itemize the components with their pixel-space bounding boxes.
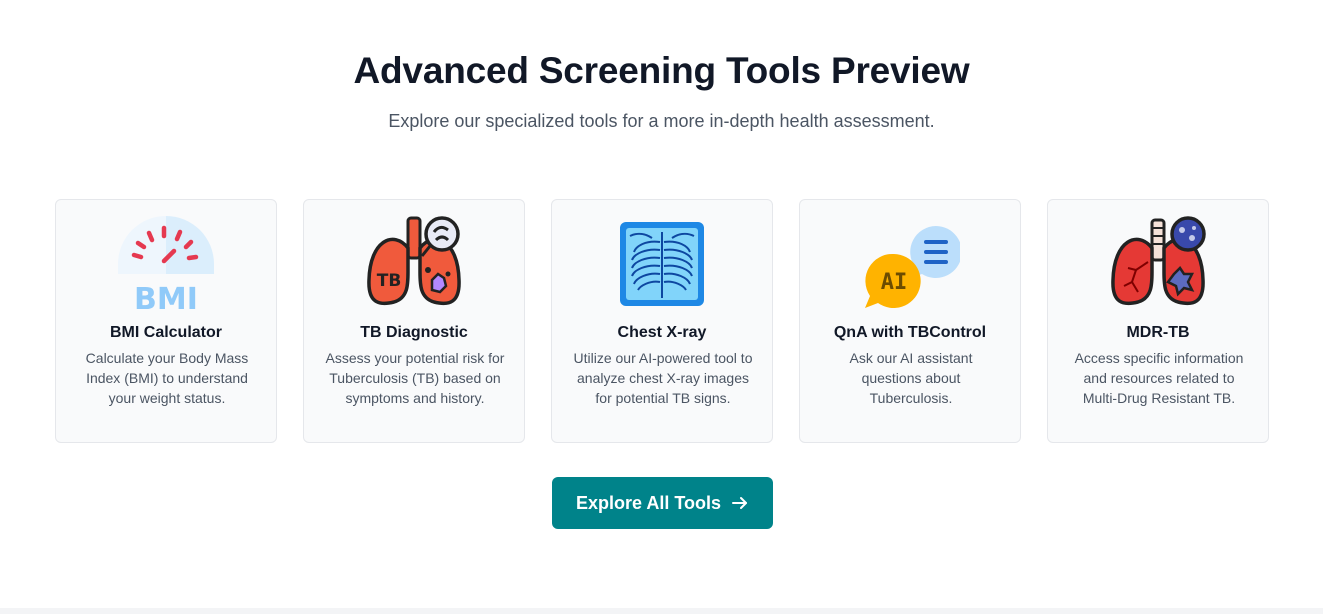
- tool-description: Ask our AI assistant questions about Tub…: [849, 350, 973, 406]
- tool-title: BMI Calculator: [109, 324, 222, 341]
- ai-chat-icon: AI: [860, 214, 960, 314]
- tool-description: Calculate your Body Mass Index (BMI) to …: [85, 350, 249, 406]
- section-subtitle: Explore our specialized tools for a more…: [388, 111, 935, 131]
- tool-title: QnA with TBControl: [833, 324, 987, 341]
- tool-title: Chest X-ray: [617, 324, 707, 341]
- tool-card-chest-xray[interactable]: Chest X-ray Utilize our AI-powered tool …: [551, 199, 773, 443]
- ai-icon-text: AI: [881, 270, 908, 295]
- screening-tools-section: Advanced Screening Tools Preview Explore…: [0, 0, 1323, 608]
- tool-title: MDR-TB: [1126, 324, 1190, 341]
- section-title: Advanced Screening Tools Preview: [353, 50, 970, 91]
- explore-all-tools-label: Explore All Tools: [575, 492, 722, 513]
- chest-xray-icon: [612, 214, 712, 314]
- tool-title: TB Diagnostic: [360, 324, 468, 341]
- section-divider: [0, 608, 1323, 614]
- mdr-lungs-icon: [1108, 214, 1208, 314]
- tool-card-tb-diagnostic[interactable]: TB TB Diagnostic Assess your potential r…: [303, 199, 525, 443]
- tool-description: Access specific information and resource…: [1074, 350, 1244, 406]
- tool-card-mdr-tb[interactable]: MDR-TB Access specific information and r…: [1047, 199, 1269, 443]
- tool-card-qna[interactable]: AI QnA with TBControl Ask our AI assista…: [799, 199, 1021, 443]
- tool-description: Assess your potential risk for Tuberculo…: [325, 350, 505, 406]
- tool-card-bmi[interactable]: BMI BMI Calculator Calculate your Body M…: [55, 199, 277, 443]
- arrow-right-icon: [732, 497, 748, 509]
- bmi-gauge-icon: BMI: [116, 214, 216, 314]
- tool-description: Utilize our AI-powered tool to analyze c…: [573, 350, 753, 406]
- explore-all-tools-button[interactable]: Explore All Tools: [552, 477, 773, 529]
- bmi-icon-text: BMI: [134, 282, 198, 314]
- tb-icon-text: TB: [377, 271, 402, 291]
- tb-lungs-icon: TB: [364, 214, 464, 314]
